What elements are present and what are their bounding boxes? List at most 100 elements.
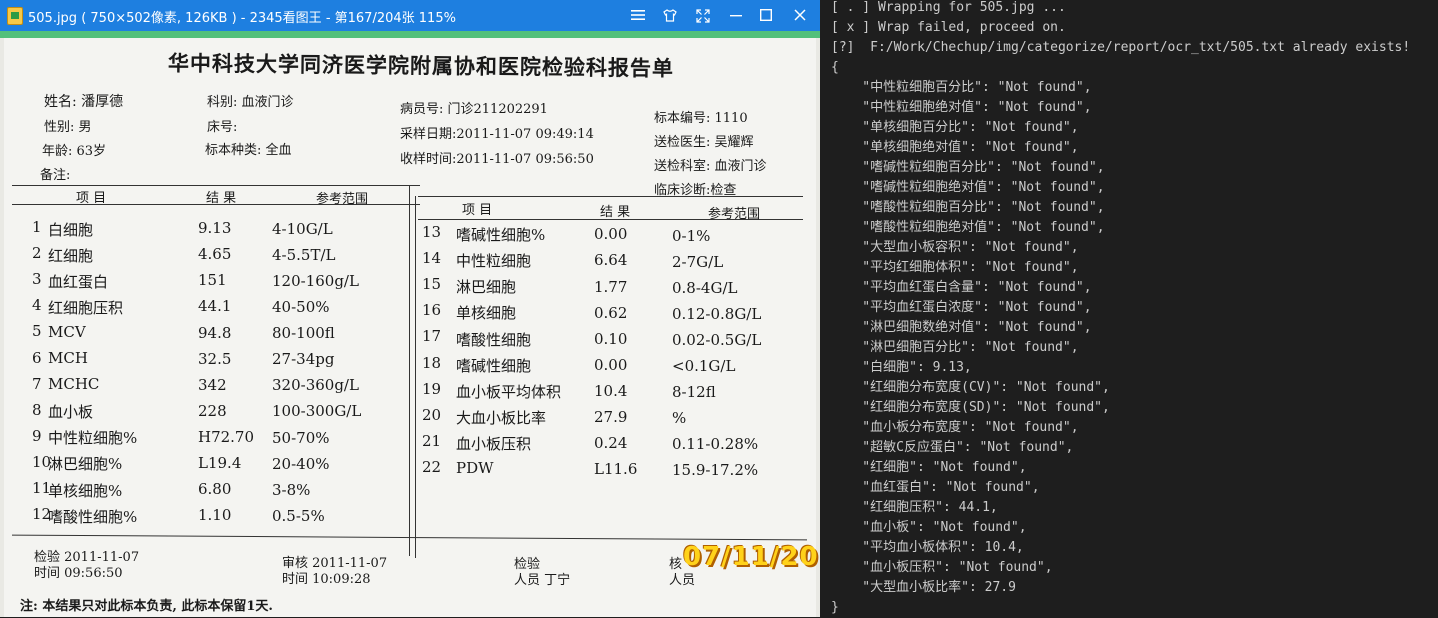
console-line: "单核细胞百分比": "Not found", — [831, 120, 1079, 135]
table-top-rule-right — [418, 196, 803, 197]
photo-background-strip — [0, 31, 820, 38]
row-ref: <0.1G/L — [672, 357, 736, 376]
row-result: H72.70 — [198, 427, 255, 446]
row-no: 4 — [32, 296, 42, 315]
row-result: 94.8 — [198, 323, 232, 342]
viewer-titlebar[interactable]: 505.jpg ( 750×502像素, 126KB ) - 2345看图王 -… — [0, 0, 820, 31]
console-line: "嗜碱性粒细胞绝对值": "Not found", — [831, 180, 1105, 195]
report-title: 华中科技大学同济医学院附属协和医院检验科报告单 — [167, 51, 675, 81]
row-no: 18 — [422, 353, 442, 372]
row-no: 13 — [422, 223, 442, 241]
row-result: 0.00 — [594, 355, 628, 374]
console-line: "红细胞压积": 44.1, — [831, 500, 998, 515]
console-line: "中性粒细胞百分比": "Not found", — [831, 80, 1092, 95]
console-line: "平均血红蛋白浓度": "Not found", — [831, 300, 1092, 315]
table-divider-2 — [415, 196, 416, 558]
patient-age: 年龄: 63岁 — [42, 144, 107, 159]
row-ref: 27-34pg — [272, 350, 335, 369]
console-line: "嗜酸性粒细胞绝对值": "Not found", — [831, 220, 1105, 235]
row-no: 7 — [32, 374, 42, 393]
console-line: "超敏C反应蛋白": "Not found", — [831, 440, 1074, 455]
row-name: 嗜酸性细胞 — [456, 330, 532, 349]
row-name: 红细胞压积 — [48, 298, 124, 317]
row-result: 1.10 — [198, 506, 232, 525]
console-line: "血小板": "Not found", — [831, 520, 1027, 535]
row-ref: 0.5-5% — [272, 506, 325, 525]
row-result: 151 — [198, 271, 227, 290]
menu-button[interactable] — [627, 5, 649, 27]
row-name: 嗜酸性细胞% — [48, 507, 138, 526]
shirt-icon — [663, 9, 677, 22]
expand-icon — [696, 9, 710, 23]
row-no: 1 — [32, 218, 42, 236]
minimize-button[interactable] — [725, 5, 747, 27]
row-ref: 0.11-0.28% — [672, 435, 759, 454]
report-disclaimer: 注: 本结果只对此标本负责, 此标本保留1天. — [20, 599, 273, 614]
console-line: "红细胞": "Not found", — [831, 460, 1027, 475]
console-line: } — [831, 600, 839, 615]
image-canvas[interactable]: 华中科技大学同济医学院附属协和医院检验科报告单 姓名: 潘厚德 性别: 男 年龄… — [0, 31, 820, 617]
console-line: "红细胞分布宽度(CV)": "Not found", — [831, 380, 1110, 395]
header-item-right: 项 目 — [462, 203, 493, 218]
fullscreen-button[interactable] — [692, 5, 714, 27]
row-name: PDW — [456, 459, 494, 478]
maximize-button[interactable] — [755, 5, 777, 27]
close-button[interactable] — [789, 5, 811, 27]
console-line: "嗜碱性粒细胞百分比": "Not found", — [831, 160, 1105, 175]
row-ref: 4-10G/L — [272, 219, 333, 238]
row-name: MCHC — [48, 375, 100, 394]
row-result: 44.1 — [198, 297, 232, 316]
row-ref: % — [672, 409, 687, 428]
row-no: 15 — [422, 275, 442, 294]
patient-name: 姓名: 潘厚德 — [44, 94, 124, 110]
test-time: 时间 09:56:50 — [34, 566, 123, 581]
row-no: 9 — [32, 426, 42, 445]
console-line: "血红蛋白": "Not found", — [831, 480, 1040, 495]
row-no: 17 — [422, 327, 442, 346]
row-no: 14 — [422, 249, 442, 268]
row-result: 9.13 — [198, 219, 232, 238]
receive-time: 收样时间:2011-11-07 09:56:50 — [400, 152, 594, 167]
row-ref: 100-300G/L — [272, 402, 362, 421]
console-line: "单核细胞绝对值": "Not found", — [831, 140, 1079, 155]
header-result: 结 果 — [206, 191, 237, 206]
header-ref-right: 参考范围 — [708, 207, 761, 222]
row-no: 16 — [422, 301, 442, 320]
header-item: 项 目 — [76, 191, 107, 206]
row-name: 血小板压积 — [456, 434, 532, 453]
console-line: "血小板分布宽度": "Not found", — [831, 420, 1079, 435]
close-icon — [794, 9, 806, 21]
row-name: 单核细胞 — [456, 304, 517, 323]
console-line: "大型血小板比率": 27.9 — [831, 580, 1016, 595]
terminal-console[interactable]: [ . ] Wrapping for 505.jpg ... [ x ] Wrap… — [820, 0, 1438, 617]
row-ref: 320-360g/L — [272, 376, 359, 395]
report-note-label: 备注: — [40, 168, 71, 183]
row-ref: 0.12-0.8G/L — [672, 304, 762, 323]
tester-name: 人员 丁宁 — [514, 573, 571, 588]
skin-button[interactable] — [659, 5, 681, 27]
console-line: "平均血红蛋白含量": "Not found", — [831, 280, 1092, 295]
image-viewer-window: 505.jpg ( 750×502像素, 126KB ) - 2345看图王 -… — [0, 0, 820, 617]
header-result-right: 结 果 — [600, 205, 631, 220]
row-no: 2 — [32, 244, 42, 263]
console-line: [ x ] Wrap failed, proceed on. — [831, 20, 1066, 35]
row-name: 白细胞 — [48, 220, 94, 239]
menu-icon — [631, 10, 645, 20]
minimize-icon — [730, 15, 742, 17]
console-line: "血小板压积": "Not found", — [831, 560, 1053, 575]
row-ref: 0.02-0.5G/L — [672, 330, 762, 349]
console-line: "淋巴细胞数绝对值": "Not found", — [831, 320, 1092, 335]
row-no: 22 — [422, 457, 442, 476]
image-app-icon — [7, 7, 23, 25]
console-line: "白细胞": 9.13, — [831, 360, 972, 375]
camera-date-stamp: 07/11/2011 — [683, 542, 820, 572]
console-line: "淋巴细胞百分比": "Not found", — [831, 340, 1079, 355]
sample-type: 标本种类: 全血 — [205, 143, 292, 158]
row-no: 3 — [32, 270, 42, 289]
row-name: 红细胞 — [48, 246, 94, 265]
review-time: 时间 10:09:28 — [282, 572, 371, 587]
table-top-rule — [12, 185, 420, 186]
console-line: "红细胞分布宽度(SD)": "Not found", — [831, 400, 1110, 415]
row-name: 大血小板比率 — [456, 408, 547, 427]
row-name: 单核细胞% — [48, 481, 123, 500]
